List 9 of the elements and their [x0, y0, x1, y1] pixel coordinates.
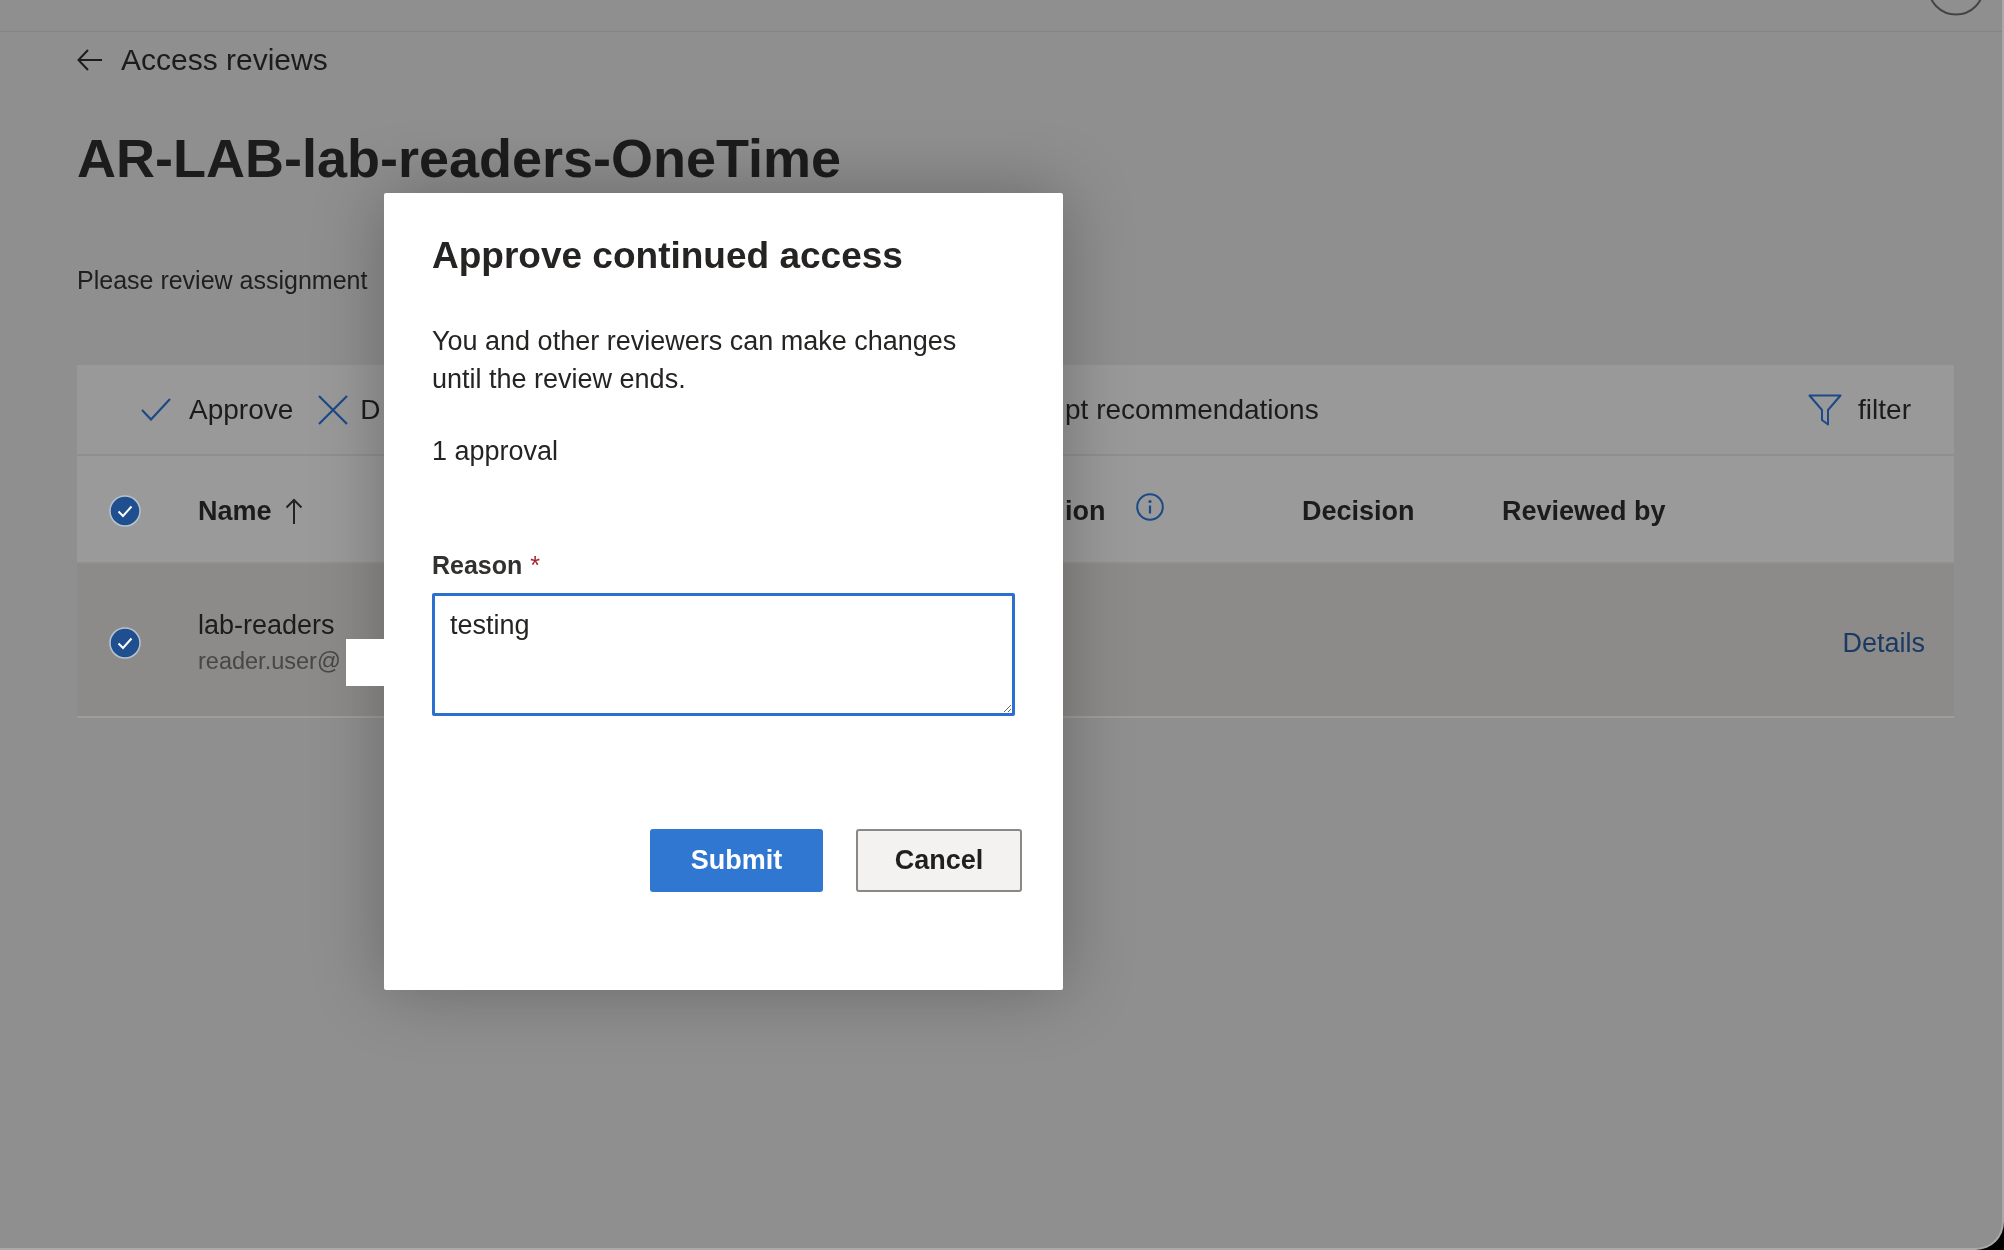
group-name: lab-readers	[198, 609, 335, 642]
page-title: AR-LAB-lab-readers-OneTime	[77, 127, 842, 190]
field-label: Reason	[432, 550, 523, 581]
page-description: Please review assignment	[77, 265, 368, 296]
dialog-message: You and other reviewers can make changes until the review ends.	[432, 325, 958, 396]
dialog-title: Approve continued access	[432, 234, 903, 278]
required-mark: *	[530, 550, 541, 581]
user-email: reader.user@	[198, 647, 341, 676]
approval-count: 1 approval	[432, 435, 559, 468]
